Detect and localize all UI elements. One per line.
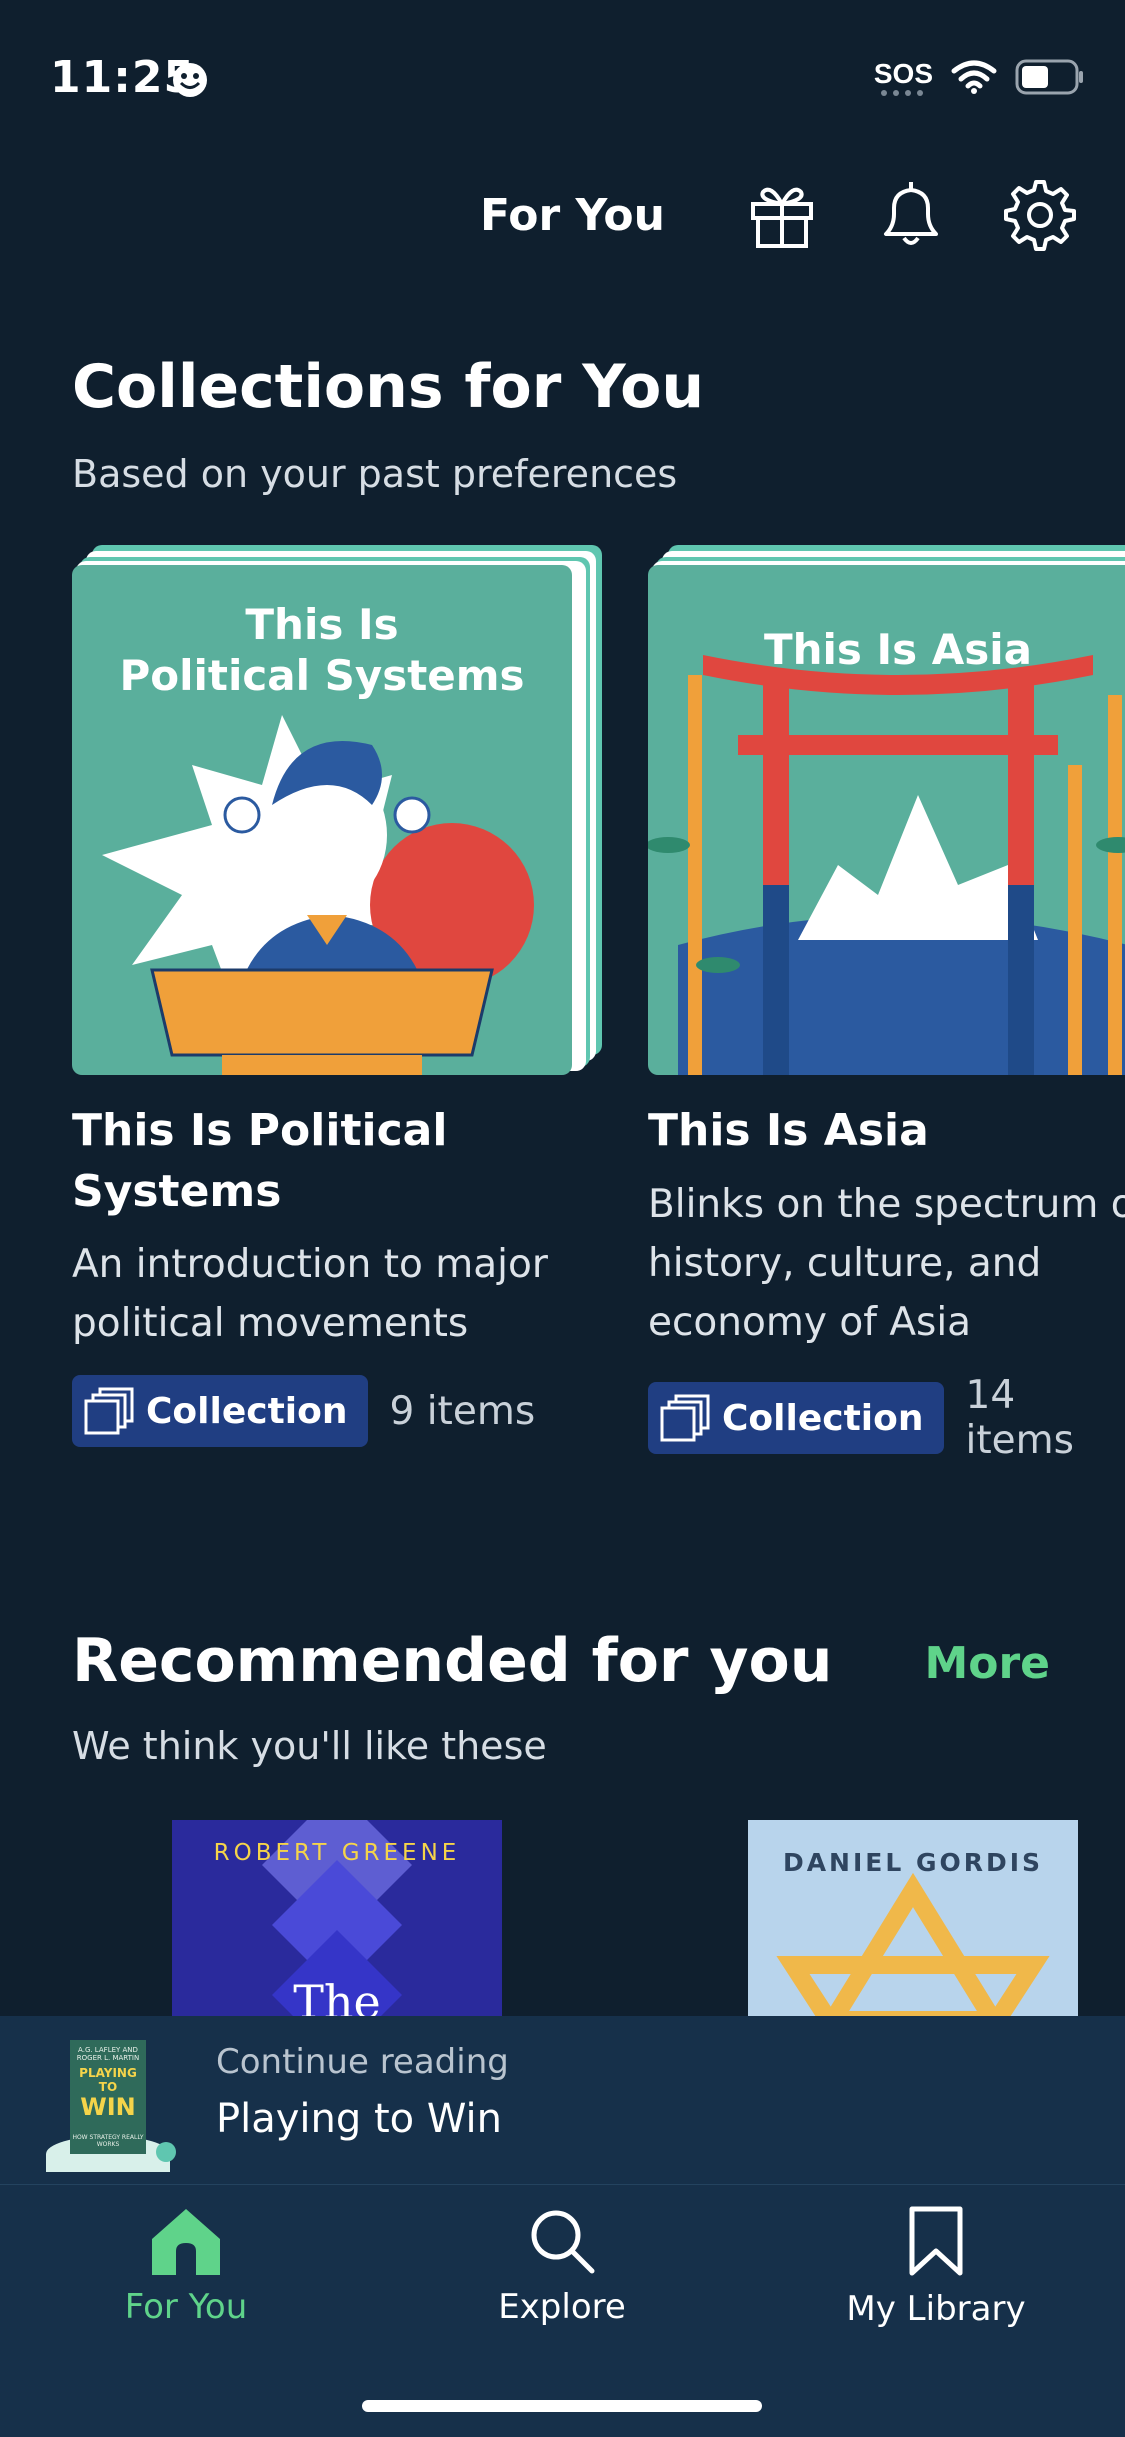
card-title-line1: This Is Political	[72, 1100, 612, 1161]
badge-label: Collection	[146, 1391, 348, 1432]
card-desc-line2: history, culture, and	[648, 1234, 1125, 1293]
more-link[interactable]: More	[924, 1638, 1050, 1689]
book-author: DANIEL GORDIS	[748, 1848, 1078, 1877]
collections-title: Collections for You	[72, 352, 704, 422]
cover-authors: A.G. LAFLEY AND ROGER L. MARTIN	[70, 2046, 146, 2062]
continue-reading-bar[interactable]: A.G. LAFLEY AND ROGER L. MARTIN PLAYING …	[0, 2016, 1125, 2184]
cover-title-line1: This Is	[72, 600, 572, 649]
tab-my-library[interactable]: My Library	[806, 2205, 1066, 2329]
stack-icon	[84, 1387, 136, 1435]
card-desc-line2: political movements	[72, 1294, 632, 1353]
continue-cover: A.G. LAFLEY AND ROGER L. MARTIN PLAYING …	[70, 2040, 146, 2154]
recommended-subtitle: We think you'll like these	[72, 1724, 547, 1768]
recommended-title: Recommended for you	[72, 1626, 832, 1696]
tab-explore[interactable]: Explore	[432, 2205, 692, 2327]
badge-label: Collection	[722, 1398, 924, 1439]
bookmark-icon	[906, 2205, 966, 2279]
stack-icon	[660, 1394, 712, 1442]
item-count: 14 items	[966, 1373, 1125, 1463]
cover-tagline: HOW STRATEGY REALLY WORKS	[70, 2134, 146, 2148]
gift-icon[interactable]	[745, 178, 819, 252]
signal-dots-icon	[880, 90, 926, 96]
home-icon	[148, 2205, 224, 2277]
card-title-line1: This Is Asia	[648, 1100, 1125, 1161]
collection-badge: Collection	[648, 1382, 944, 1454]
card-title-line2: Systems	[72, 1161, 612, 1222]
bell-icon[interactable]	[874, 178, 948, 252]
tab-label: Explore	[432, 2287, 692, 2327]
continue-title: Playing to Win	[216, 2096, 502, 2142]
book-title-fragment: The	[172, 1975, 502, 2020]
book-author: ROBERT GREENE	[172, 1840, 502, 1866]
battery-icon	[1015, 59, 1085, 95]
continue-label: Continue reading	[216, 2042, 509, 2082]
settings-gear-icon[interactable]	[1003, 178, 1077, 252]
status-indicators: SOS	[874, 58, 1085, 96]
tab-for-you[interactable]: For You	[56, 2205, 316, 2327]
item-count: 9 items	[390, 1389, 536, 1434]
collection-badge: Collection	[72, 1375, 368, 1447]
focus-smiley-icon	[172, 62, 208, 98]
book-cover-robert-greene[interactable]: ROBERT GREENE The	[172, 1820, 502, 2020]
tab-label: My Library	[806, 2289, 1066, 2329]
download-badge-icon	[156, 2142, 176, 2162]
carrier-status: SOS	[874, 58, 933, 90]
tab-label: For You	[56, 2287, 316, 2327]
card-desc-line1: Blinks on the spectrum o	[648, 1175, 1125, 1234]
card-desc-line1: An introduction to major	[72, 1235, 632, 1294]
cover-title-line2: Political Systems	[72, 651, 572, 700]
wifi-icon	[951, 59, 997, 95]
cover-title-line2: WIN	[70, 2094, 146, 2120]
book-cover-daniel-gordis[interactable]: DANIEL GORDIS	[748, 1820, 1078, 2020]
cover-title-line1: PLAYING TO	[70, 2066, 146, 2094]
card-desc-line3: economy of Asia	[648, 1293, 1125, 1352]
collections-subtitle: Based on your past preferences	[72, 452, 677, 496]
page-title: For You	[480, 190, 665, 241]
home-indicator	[362, 2400, 762, 2412]
cover-title: This Is Asia	[648, 625, 1125, 674]
search-icon	[526, 2205, 598, 2277]
